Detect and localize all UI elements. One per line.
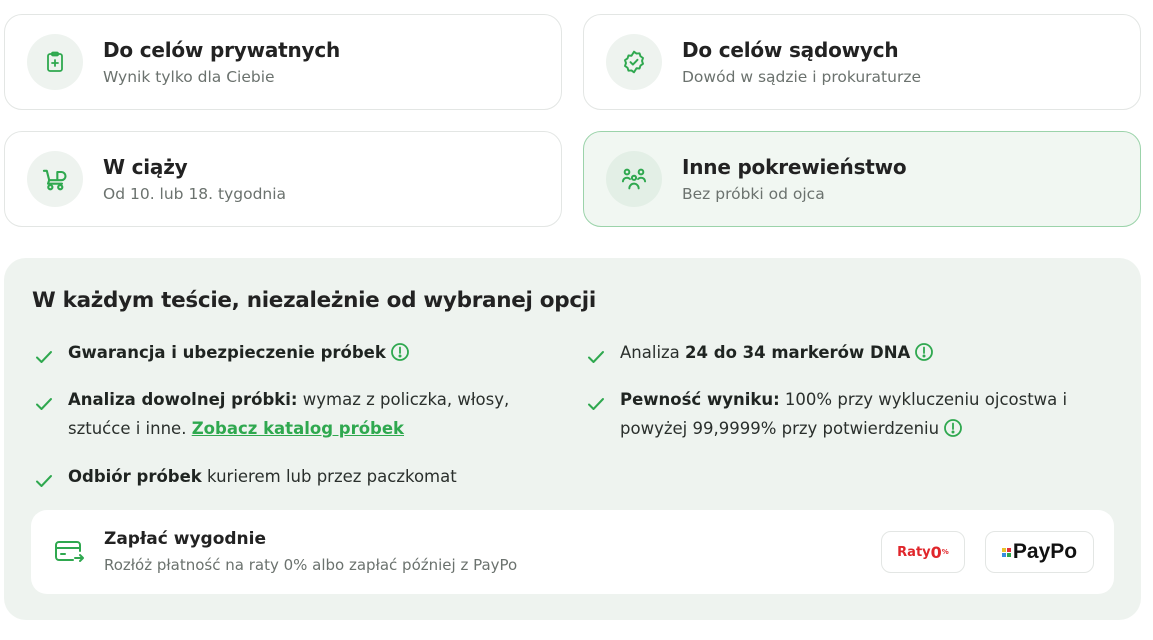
feature-text: wymaz z policzka, włosy, — [297, 390, 510, 409]
paypo-mark-icon — [1001, 547, 1011, 557]
option-card-court[interactable]: Do celów sądowych Dowód w sądzie i proku… — [583, 14, 1141, 110]
raty-zero: 0 — [930, 542, 942, 562]
family-icon — [606, 151, 662, 207]
feature-bold-text: Pewność wyniku: — [620, 390, 780, 409]
info-icon[interactable] — [390, 342, 410, 362]
clipboard-plus-icon — [27, 34, 83, 90]
feature-any-sample: Analiza dowolnej próbki: wymaz z policzk… — [34, 385, 509, 443]
feature-text: kurierem lub przez paczkomat — [201, 467, 457, 486]
check-icon — [588, 351, 604, 363]
feature-text: powyżej 99,9999% przy potwierdzeniu — [620, 419, 940, 438]
option-title: Do celów sądowych — [682, 38, 899, 62]
check-icon — [36, 475, 52, 487]
info-icon[interactable] — [943, 418, 963, 438]
check-icon — [36, 398, 52, 410]
paypo-text: PayPo — [1012, 540, 1078, 563]
payment-title: Zapłać wygodnie — [104, 529, 267, 549]
raty-logo[interactable]: Raty 0% — [881, 531, 965, 573]
option-subtitle: Dowód w sądzie i prokuraturze — [682, 68, 921, 86]
check-icon — [36, 351, 52, 363]
feature-text: sztućce i inne. — [68, 419, 192, 438]
feature-sample-pickup: Odbiór próbek kurierem lub przez paczkom… — [34, 462, 457, 491]
option-card-other-relationship[interactable]: Inne pokrewieństwo Bez próbki od ojca — [583, 131, 1141, 227]
option-title: Inne pokrewieństwo — [682, 155, 907, 179]
raty-percent: % — [941, 548, 949, 556]
features-title: W każdym teście, niezależnie od wybranej… — [32, 288, 596, 313]
option-title: W ciąży — [103, 155, 188, 179]
option-subtitle: Od 10. lub 18. tygodnia — [103, 185, 287, 203]
sample-catalog-link[interactable]: Zobacz katalog próbek — [192, 419, 404, 438]
option-title: Do celów prywatnych — [103, 38, 341, 62]
feature-sample-guarantee: Gwarancja i ubezpieczenie próbek — [34, 338, 410, 367]
payment-box: Zapłać wygodnie Rozłóż płatność na raty … — [31, 510, 1114, 594]
option-subtitle: Bez próbki od ojca — [682, 185, 825, 203]
option-card-pregnancy[interactable]: W ciąży Od 10. lub 18. tygodnia — [4, 131, 562, 227]
feature-result-certainty: Pewność wyniku: 100% przy wykluczeniu oj… — [586, 385, 1067, 443]
feature-bold-text: Gwarancja i ubezpieczenie próbek — [68, 343, 386, 362]
info-icon[interactable] — [914, 342, 934, 362]
feature-dna-markers: Analiza 24 do 34 markerów DNA — [586, 338, 934, 367]
payment-subtitle: Rozłóż płatność na raty 0% albo zapłać p… — [104, 556, 518, 574]
card-payment-icon — [55, 541, 84, 562]
feature-bold-text: 24 do 34 markerów DNA — [685, 343, 911, 362]
feature-text: 100% przy wykluczeniu ojcostwa i — [779, 390, 1068, 409]
baby-stroller-icon — [27, 151, 83, 207]
paypo-logo[interactable]: PayPo — [985, 531, 1094, 573]
check-icon — [588, 398, 604, 410]
feature-text: Analiza — [620, 343, 686, 362]
badge-check-icon — [606, 34, 662, 90]
raty-text: Raty — [897, 544, 931, 560]
feature-bold-text: Odbiór próbek — [68, 467, 202, 486]
option-card-private[interactable]: Do celów prywatnych Wynik tylko dla Cieb… — [4, 14, 562, 110]
features-panel: W każdym teście, niezależnie od wybranej… — [4, 258, 1141, 620]
feature-bold-text: Analiza dowolnej próbki: — [68, 390, 298, 409]
option-subtitle: Wynik tylko dla Ciebie — [103, 68, 275, 86]
